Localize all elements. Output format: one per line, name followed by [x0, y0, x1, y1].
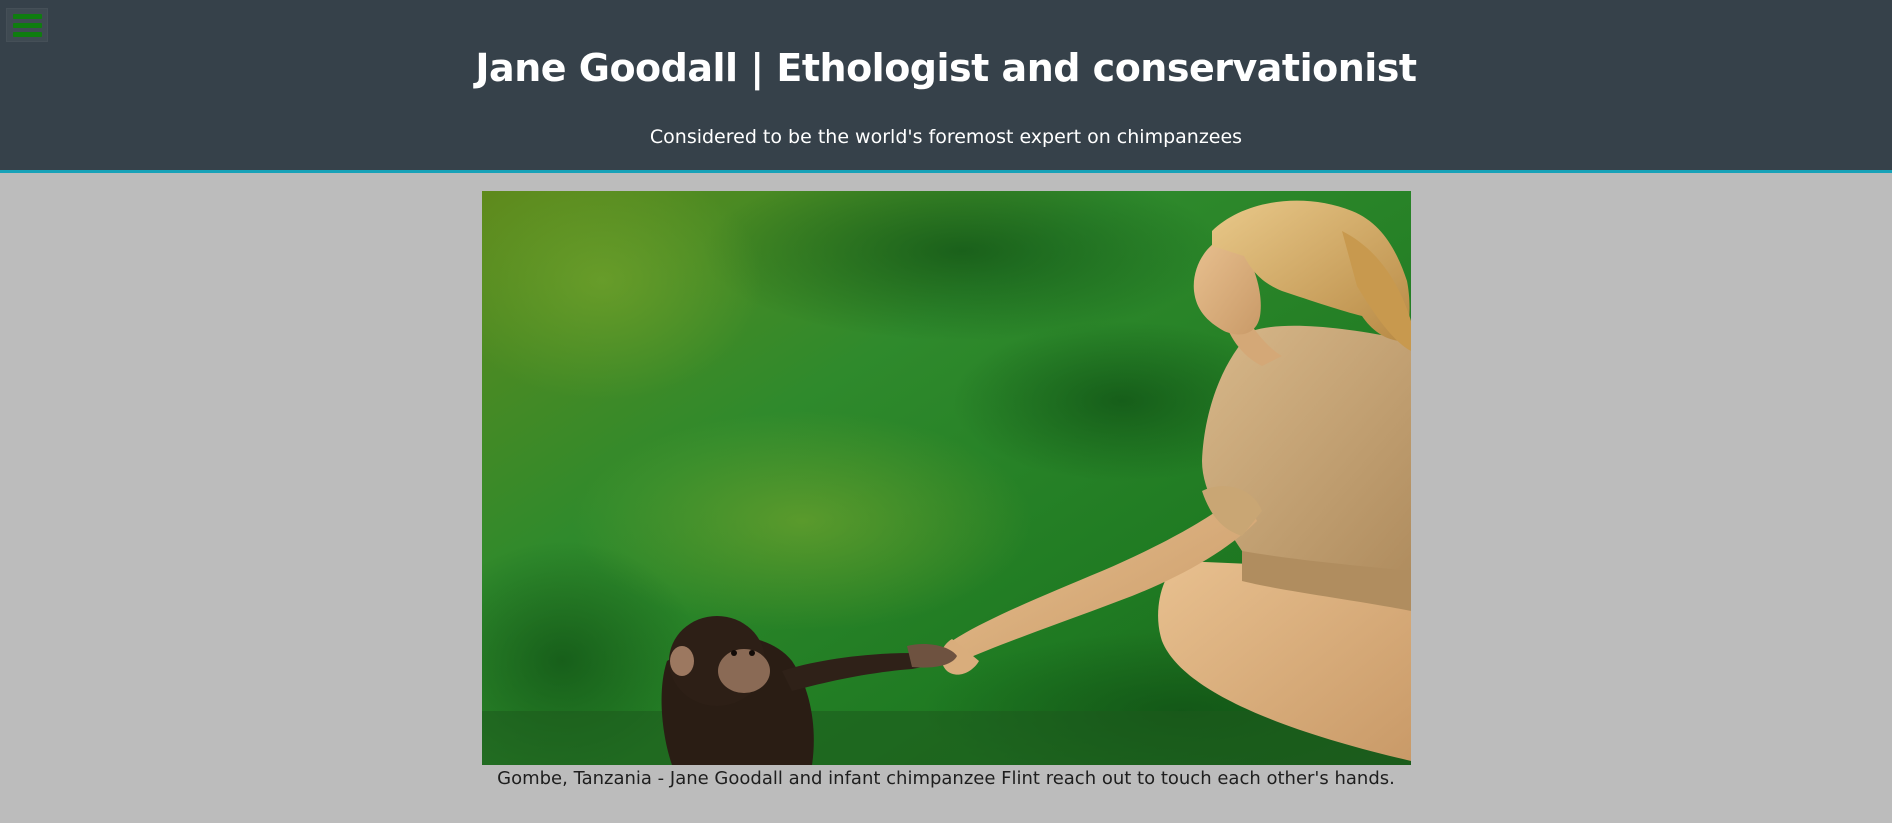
hamburger-menu-icon-bar: [12, 31, 42, 37]
site-header: Jane Goodall | Ethologist and conservati…: [0, 0, 1892, 173]
hamburger-menu-icon: [12, 13, 42, 19]
hamburger-menu-icon-bar: [12, 22, 42, 28]
page-title: Jane Goodall | Ethologist and conservati…: [475, 46, 1417, 90]
menu-button[interactable]: [6, 8, 48, 42]
image-caption: Gombe, Tanzania - Jane Goodall and infan…: [497, 768, 1395, 789]
tribute-image: [482, 191, 1411, 765]
page-subtitle: Considered to be the world's foremost ex…: [649, 126, 1243, 148]
